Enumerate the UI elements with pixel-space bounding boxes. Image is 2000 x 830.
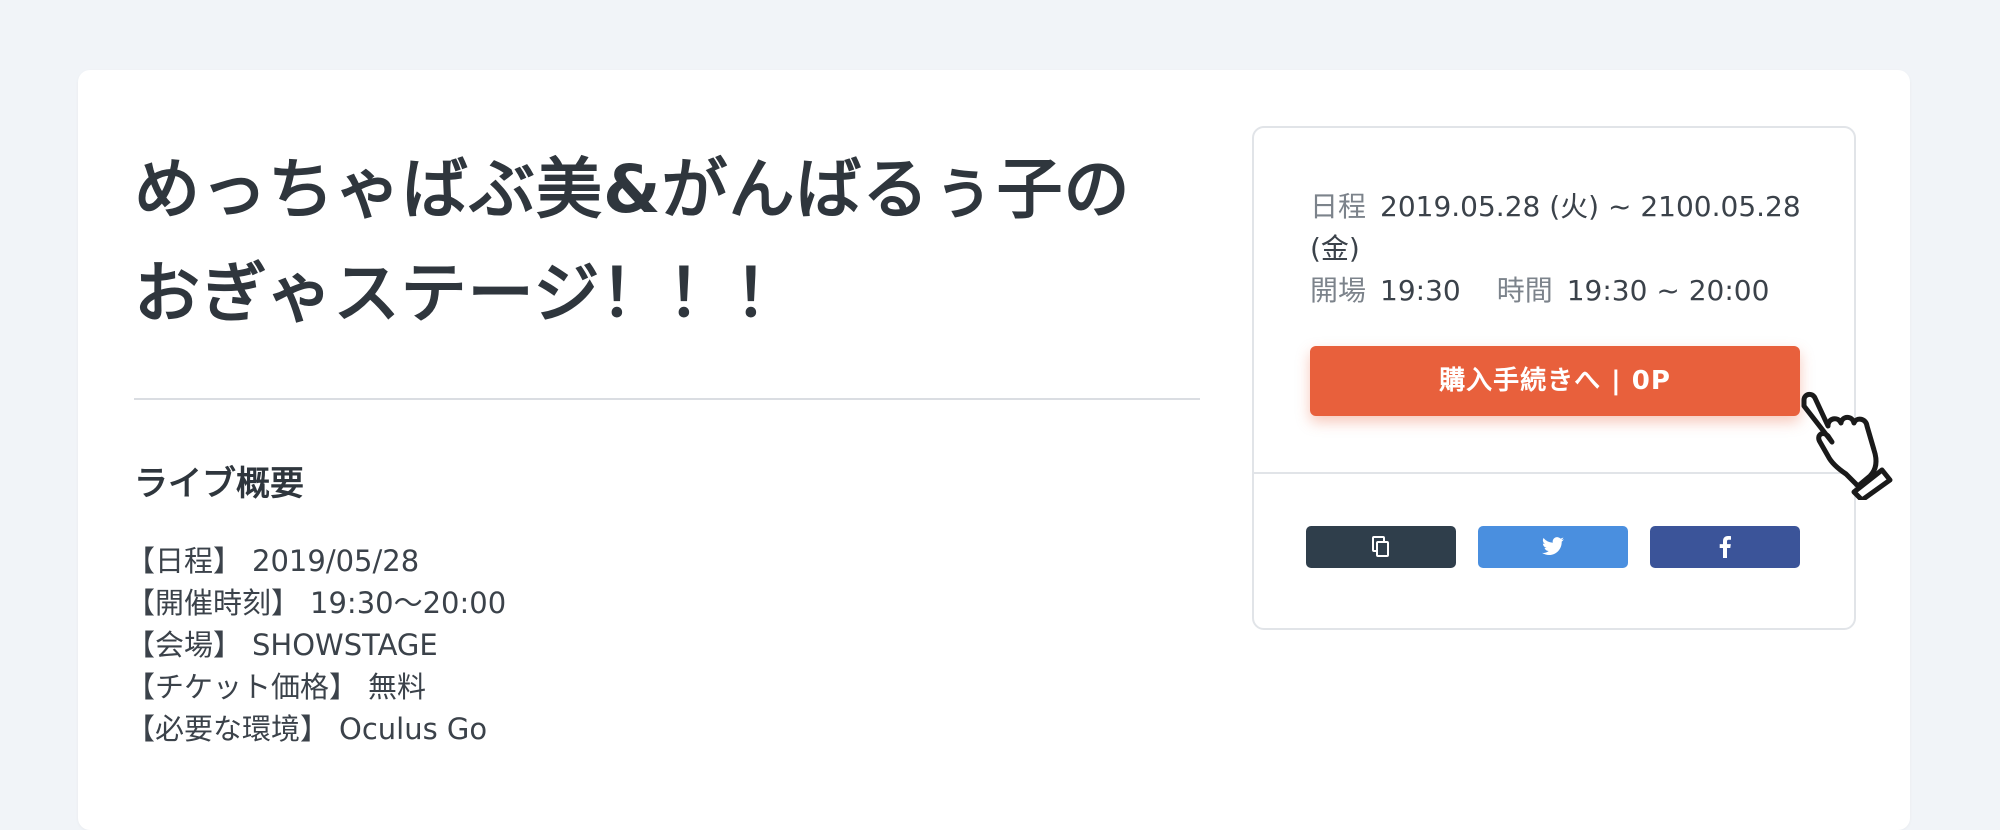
facebook-share-button[interactable]: [1650, 526, 1800, 568]
overview-value: 無料: [368, 670, 427, 704]
purchase-button[interactable]: 購入手続きへ | 0P: [1310, 346, 1800, 416]
overview-value: 19:30〜20:00: [310, 586, 507, 620]
schedule-info: 日程 2019.05.28 (火) ~ 2100.05.28 (金) 開場 19:3…: [1310, 186, 1810, 312]
time-value: 19:30 ~ 20:00: [1566, 274, 1770, 307]
twitter-share-button[interactable]: [1478, 526, 1628, 568]
event-card: めっちゃばぶ美&がんばるぅ子のおぎゃステージ！！！ ライブ概要 【日程】 2019…: [78, 70, 1910, 830]
overview-heading: ライブ概要: [134, 464, 304, 504]
event-title: めっちゃばぶ美&がんばるぅ子のおぎゃステージ！！！: [134, 151, 1131, 332]
overview-item-venue: 【会場】 SHOWSTAGE: [126, 624, 506, 666]
schedule-time-row: 開場 19:30 時間 19:30 ~ 20:00: [1310, 270, 1810, 312]
panel-divider: [1254, 472, 1854, 474]
overview-item-price: 【チケット価格】 無料: [126, 666, 506, 708]
copy-icon: [1371, 536, 1391, 558]
overview-label: 【日程】: [126, 544, 243, 578]
overview-label: 【チケット価格】: [126, 670, 359, 704]
overview-label: 【会場】: [126, 628, 243, 662]
overview-value: SHOWSTAGE: [252, 628, 438, 662]
overview-label: 【必要な環境】: [126, 712, 330, 746]
open-value: 19:30: [1380, 274, 1461, 307]
overview-list: 【日程】 2019/05/28 【開催時刻】 19:30〜20:00 【会場】 SHO…: [126, 540, 506, 750]
ticket-panel: 日程 2019.05.28 (火) ~ 2100.05.28 (金) 開場 19:3…: [1252, 126, 1856, 630]
facebook-icon: [1719, 536, 1731, 558]
overview-value: Oculus Go: [339, 712, 488, 746]
date-label: 日程: [1310, 190, 1367, 223]
title-divider: [134, 398, 1200, 400]
overview-value: 2019/05/28: [252, 544, 420, 578]
overview-item-environment: 【必要な環境】 Oculus Go: [126, 708, 506, 750]
overview-item-date: 【日程】 2019/05/28: [126, 540, 506, 582]
twitter-icon: [1541, 537, 1565, 557]
overview-label: 【開催時刻】: [126, 586, 301, 620]
copy-link-button[interactable]: [1306, 526, 1456, 568]
pointer-hand-icon: [1796, 390, 1906, 503]
time-label: 時間: [1496, 274, 1553, 307]
overview-item-time: 【開催時刻】 19:30〜20:00: [126, 582, 506, 624]
schedule-date-row: 日程 2019.05.28 (火) ~ 2100.05.28 (金): [1310, 186, 1810, 270]
date-value: 2019.05.28 (火) ~ 2100.05.28 (金): [1310, 190, 1801, 265]
open-label: 開場: [1310, 274, 1367, 307]
